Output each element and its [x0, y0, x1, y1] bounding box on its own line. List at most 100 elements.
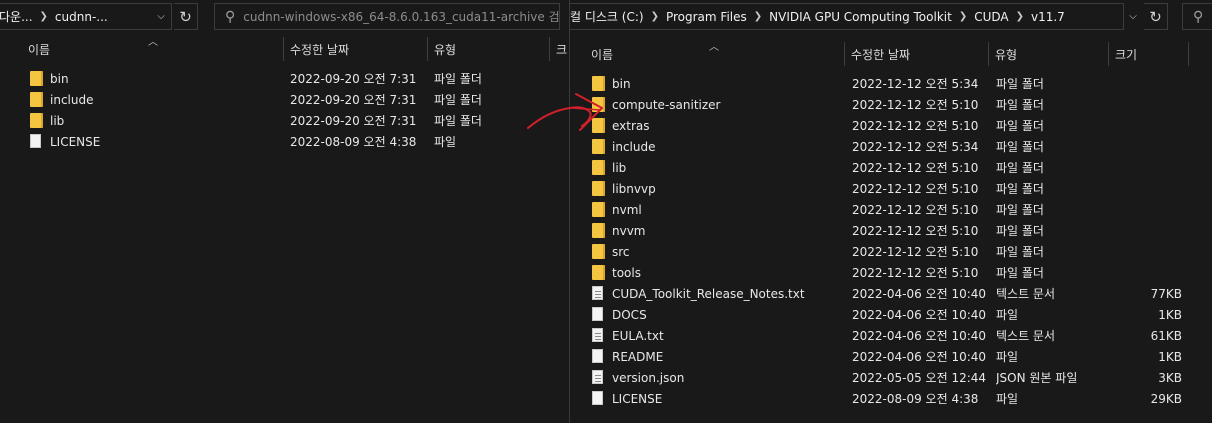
list-item[interactable]: CUDA_Toolkit_Release_Notes.txt 2022-04-0…: [592, 283, 1182, 304]
list-item[interactable]: EULA.txt 2022-04-06 오전 10:40 텍스트 문서 61KB: [592, 325, 1182, 346]
list-item[interactable]: bin 2022-09-20 오전 7:31 파일 폴더: [30, 68, 554, 89]
modified-date: 2022-08-09 오전 4:38: [852, 392, 979, 406]
modified-date: 2022-12-12 오전 5:10: [852, 203, 979, 217]
modified-date: 2022-12-12 오전 5:34: [852, 77, 979, 91]
list-item[interactable]: libnvvp 2022-12-12 오전 5:10 파일 폴더: [592, 178, 1182, 199]
file-type: 파일 폴더: [434, 72, 482, 86]
file-size: 3KB: [1158, 370, 1182, 385]
file-type: 파일 폴더: [996, 119, 1044, 133]
folder-icon: [592, 75, 605, 91]
left-address-bar[interactable]: 다운... ❯ cudnn-...: [0, 3, 172, 30]
column-type[interactable]: 유형: [989, 42, 1109, 66]
right-search-box[interactable]: ⚲: [1182, 3, 1212, 30]
list-item[interactable]: README 2022-04-06 오전 10:40 파일 1KB: [592, 346, 1182, 367]
file-name: bin: [612, 76, 631, 91]
file-name: EULA.txt: [612, 328, 664, 343]
file-name: LICENSE: [50, 134, 101, 149]
folder-icon: [592, 138, 605, 154]
list-item[interactable]: nvvm 2022-12-12 오전 5:10 파일 폴더: [592, 220, 1182, 241]
file-type: 파일: [996, 308, 1019, 322]
breadcrumb-item[interactable]: NVIDIA GPU Computing Toolkit: [769, 10, 952, 24]
list-item[interactable]: version.json 2022-05-05 오전 12:44 JSON 원본…: [592, 367, 1182, 388]
breadcrumb-item[interactable]: 컬 디스크 (C:): [570, 8, 644, 25]
file-size: 1KB: [1158, 307, 1182, 322]
list-item[interactable]: lib 2022-09-20 오전 7:31 파일 폴더: [30, 110, 554, 131]
file-type: 파일 폴더: [996, 182, 1044, 196]
column-date[interactable]: 수정한 날짜: [845, 42, 989, 66]
column-name[interactable]: 이름: [22, 37, 284, 61]
file-name: bin: [50, 71, 69, 86]
list-item[interactable]: extras 2022-12-12 오전 5:10 파일 폴더: [592, 115, 1182, 136]
column-date[interactable]: 수정한 날짜: [284, 37, 428, 61]
file-type: 파일 폴더: [434, 114, 482, 128]
search-placeholder: cudnn-windows-x86_64-8.6.0.163_cuda11-ar…: [243, 10, 560, 24]
left-search-box[interactable]: ⚲ cudnn-windows-x86_64-8.6.0.163_cuda11-…: [214, 3, 560, 30]
breadcrumb-item[interactable]: 다운...: [0, 8, 33, 25]
list-item[interactable]: include 2022-09-20 오전 7:31 파일 폴더: [30, 89, 554, 110]
modified-date: 2022-12-12 오전 5:10: [852, 119, 979, 133]
list-item[interactable]: LICENSE 2022-08-09 오전 4:38 파일: [30, 131, 554, 152]
chevron-right-icon: ❯: [958, 11, 968, 22]
file-name: lib: [50, 113, 65, 128]
file-name: extras: [612, 118, 650, 133]
breadcrumb-item[interactable]: cudnn-...: [55, 10, 108, 24]
file-name: tools: [612, 265, 641, 280]
column-size[interactable]: 크기: [550, 37, 568, 61]
file-type: 파일 폴더: [996, 203, 1044, 217]
chevron-right-icon: ❯: [1015, 11, 1024, 22]
list-item[interactable]: src 2022-12-12 오전 5:10 파일 폴더: [592, 241, 1182, 262]
chevron-right-icon: ❯: [39, 11, 48, 22]
file-name: nvml: [612, 202, 642, 217]
left-file-list: bin 2022-09-20 오전 7:31 파일 폴더 include 202…: [30, 68, 554, 152]
list-item[interactable]: LICENSE 2022-08-09 오전 4:38 파일 29KB: [592, 388, 1182, 409]
right-column-header: 이름 수정한 날짜 유형 크기: [585, 42, 1189, 66]
column-type[interactable]: 유형: [428, 37, 550, 61]
modified-date: 2022-12-12 오전 5:34: [852, 140, 979, 154]
list-item[interactable]: tools 2022-12-12 오전 5:10 파일 폴더: [592, 262, 1182, 283]
file-type: 텍스트 문서: [996, 329, 1056, 343]
list-item[interactable]: DOCS 2022-04-06 오전 10:40 파일 1KB: [592, 304, 1182, 325]
breadcrumb-item[interactable]: v11.7: [1031, 10, 1065, 24]
file-type: 파일: [996, 350, 1019, 364]
file-icon: [592, 348, 603, 363]
file-type: 파일 폴더: [996, 161, 1044, 175]
folder-icon: [592, 159, 605, 175]
list-item[interactable]: bin 2022-12-12 오전 5:34 파일 폴더: [592, 73, 1182, 94]
file-size: 61KB: [1150, 328, 1182, 343]
modified-date: 2022-09-20 오전 7:31: [290, 72, 417, 86]
list-item[interactable]: compute-sanitizer 2022-12-12 오전 5:10 파일 …: [592, 94, 1182, 115]
file-size: 77KB: [1150, 286, 1182, 301]
folder-icon: [592, 96, 605, 112]
folder-icon: [592, 222, 605, 238]
modified-date: 2022-12-12 오전 5:10: [852, 245, 979, 259]
column-size[interactable]: 크기: [1109, 42, 1189, 66]
modified-date: 2022-09-20 오전 7:31: [290, 114, 417, 128]
modified-date: 2022-04-06 오전 10:40: [852, 350, 987, 364]
folder-icon: [592, 264, 605, 280]
refresh-icon[interactable]: ↻: [174, 3, 198, 30]
folder-icon: [592, 201, 605, 217]
list-item[interactable]: include 2022-12-12 오전 5:34 파일 폴더: [592, 136, 1182, 157]
file-icon: [592, 306, 603, 321]
column-name[interactable]: 이름: [585, 42, 845, 66]
breadcrumb-item[interactable]: CUDA: [974, 10, 1008, 24]
file-name: lib: [612, 160, 627, 175]
right-address-bar[interactable]: 컬 디스크 (C:) ❯ Program Files ❯ NVIDIA GPU …: [570, 3, 1124, 30]
refresh-icon[interactable]: ↻: [1144, 3, 1168, 30]
modified-date: 2022-05-05 오전 12:44: [852, 371, 987, 385]
file-size: 29KB: [1150, 391, 1182, 406]
list-item[interactable]: lib 2022-12-12 오전 5:10 파일 폴더: [592, 157, 1182, 178]
list-item[interactable]: nvml 2022-12-12 오전 5:10 파일 폴더: [592, 199, 1182, 220]
file-name: include: [612, 139, 656, 154]
file-name: src: [612, 244, 630, 259]
modified-date: 2022-12-12 오전 5:10: [852, 161, 979, 175]
breadcrumb-item[interactable]: Program Files: [666, 10, 747, 24]
text-file-icon: [592, 285, 603, 300]
file-type: 파일: [996, 392, 1019, 406]
file-name: version.json: [612, 370, 685, 385]
file-name: nvvm: [612, 223, 646, 238]
chevron-down-icon[interactable]: ⌵: [150, 3, 172, 30]
chevron-down-icon[interactable]: ⌵: [1122, 3, 1144, 30]
modified-date: 2022-09-20 오전 7:31: [290, 93, 417, 107]
modified-date: 2022-12-12 오전 5:10: [852, 224, 979, 238]
